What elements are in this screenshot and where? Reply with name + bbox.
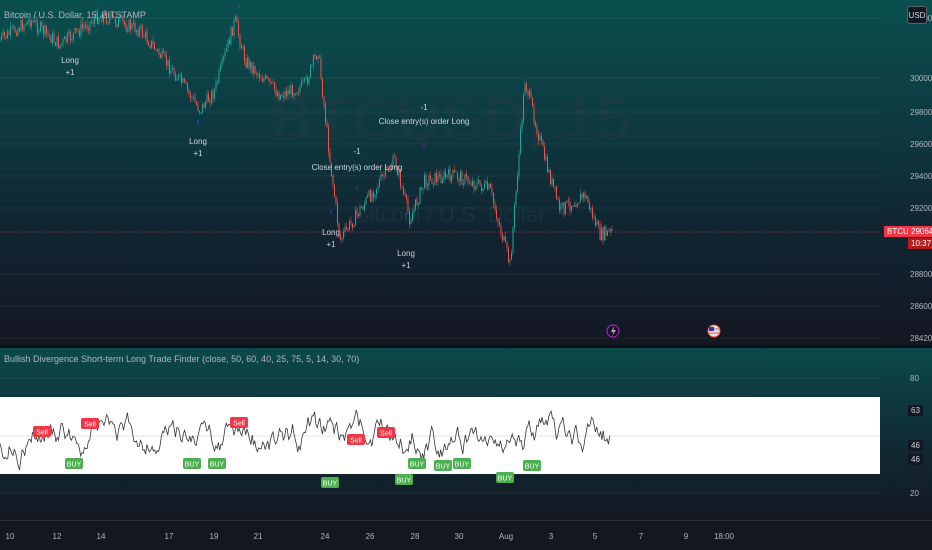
buy-signal-text: BUY — [185, 462, 200, 469]
time-tick-label: 10 — [6, 532, 15, 541]
time-tick-label: 30 — [455, 532, 464, 541]
time-tick-label: 18:00 — [714, 532, 735, 541]
buy-signal-text: BUY — [67, 462, 82, 469]
trade-label-qty: +1 — [326, 240, 336, 249]
time-tick-label: 9 — [684, 532, 689, 541]
long-arrow-icon: ↑ — [404, 210, 409, 220]
trade-label-text: Long — [61, 56, 79, 65]
trade-label-qty: +1 — [65, 68, 75, 77]
trade-label-qty: +1 — [401, 261, 411, 270]
price-tick-label: 28800 — [910, 270, 932, 279]
time-axis-labels: 10 12 14 17 19 21 24 26 28 30 Aug 3 5 7 9 18:00 — [6, 532, 735, 541]
close-arrow-icon: ↓ — [422, 139, 427, 149]
price-axis[interactable]: 3020030000298002960029400292002880028600… — [910, 14, 932, 343]
buy-signal-text: BUY — [455, 462, 470, 469]
sell-signal-text: Sell — [380, 431, 392, 438]
price-tick-label: 28420 — [910, 334, 932, 343]
chart-root[interactable]: BTCUSD, 15 Bitcoin / U.S. Dollar ↑ Long … — [0, 0, 932, 550]
buy-signal-text: BUY — [525, 464, 540, 471]
price-tick-label: 28600 — [910, 302, 932, 311]
indicator-axis[interactable]: 80 20 — [910, 374, 919, 498]
time-tick-label: 3 — [549, 532, 554, 541]
long-arrow-icon: ↑ — [68, 33, 73, 43]
trade-marker-long-1[interactable]: ↑ Long +1 — [61, 33, 79, 77]
time-tick-label: 26 — [366, 532, 375, 541]
watermark-name: Bitcoin / U.S. Dollar — [355, 202, 546, 227]
buy-signal-text: BUY — [397, 478, 412, 485]
indicator-value-tag: 46 — [908, 454, 923, 465]
time-tick-label: 24 — [321, 532, 330, 541]
time-tick-label: 12 — [53, 532, 62, 541]
buy-signal-text: BUY — [323, 481, 338, 488]
close-arrow-icon: ↓ — [355, 182, 360, 192]
trade-label-text: Long — [189, 137, 207, 146]
currency-button[interactable]: USD — [907, 6, 927, 24]
indicator-legend[interactable]: Bullish Divergence Short-term Long Trade… — [4, 354, 359, 364]
time-tick-label: 21 — [254, 532, 263, 541]
indicator-value-tag: 63 — [908, 405, 923, 416]
countdown-tag: 10:37 — [908, 238, 932, 249]
sell-signal-text: Sell — [36, 430, 48, 437]
buy-signal-text: BUY — [210, 462, 225, 469]
time-tick-label: 5 — [593, 532, 598, 541]
price-tick-label: 29400 — [910, 172, 932, 181]
trade-label-qty: -1 — [353, 147, 361, 156]
time-tick-label: Aug — [499, 532, 513, 541]
us-flag-icon[interactable] — [707, 324, 721, 338]
buy-signal-text: BUY — [410, 462, 425, 469]
trade-label-qty: -1 — [420, 103, 428, 112]
trade-label-text: Long — [322, 228, 340, 237]
trade-label-qty: +1 — [193, 149, 203, 158]
price-tick-label: 29200 — [910, 204, 932, 213]
indicator-value-tag: 46 — [908, 440, 923, 451]
sell-signal-text: Sell — [350, 438, 362, 445]
main-grid — [0, 17, 880, 339]
buy-signal-text: BUY — [436, 464, 451, 471]
trade-label-text: Close entry(s) order Long — [379, 117, 470, 126]
time-tick-label: 17 — [165, 532, 174, 541]
trade-label-text: Long — [397, 249, 415, 258]
sell-signal-text: Sell — [233, 421, 245, 428]
time-tick-label: 28 — [411, 532, 420, 541]
sell-signal-text: Sell — [84, 422, 96, 429]
trade-marker-long-2[interactable]: ↑ Long +1 — [189, 117, 207, 158]
indicator-tick-label: 80 — [910, 374, 919, 383]
trade-label-text: Close entry(s) order Long — [312, 163, 403, 172]
chart-canvas[interactable]: BTCUSD, 15 Bitcoin / U.S. Dollar ↑ Long … — [0, 0, 932, 550]
time-tick-label: 19 — [210, 532, 219, 541]
indicator-tick-label: 20 — [910, 489, 919, 498]
time-tick-label: 14 — [97, 532, 106, 541]
main-legend[interactable]: Bitcoin / U.S. Dollar, 15, BITSTAMP — [4, 10, 146, 20]
price-tick-label: 30000 — [910, 74, 932, 83]
long-arrow-icon: ↑ — [329, 207, 334, 217]
lightning-icon[interactable] — [606, 324, 620, 338]
price-tick-label: 29800 — [910, 108, 932, 117]
time-tick-label: 7 — [639, 532, 644, 541]
price-tick-label: 29600 — [910, 140, 932, 149]
long-arrow-icon: ↑ — [196, 117, 201, 127]
close-arrow-icon: ↓ — [237, 0, 242, 10]
buy-signal-text: BUY — [498, 476, 513, 483]
last-price-tag: 29064 — [908, 226, 932, 237]
trade-marker-close-top[interactable]: ↓ — [237, 0, 242, 10]
